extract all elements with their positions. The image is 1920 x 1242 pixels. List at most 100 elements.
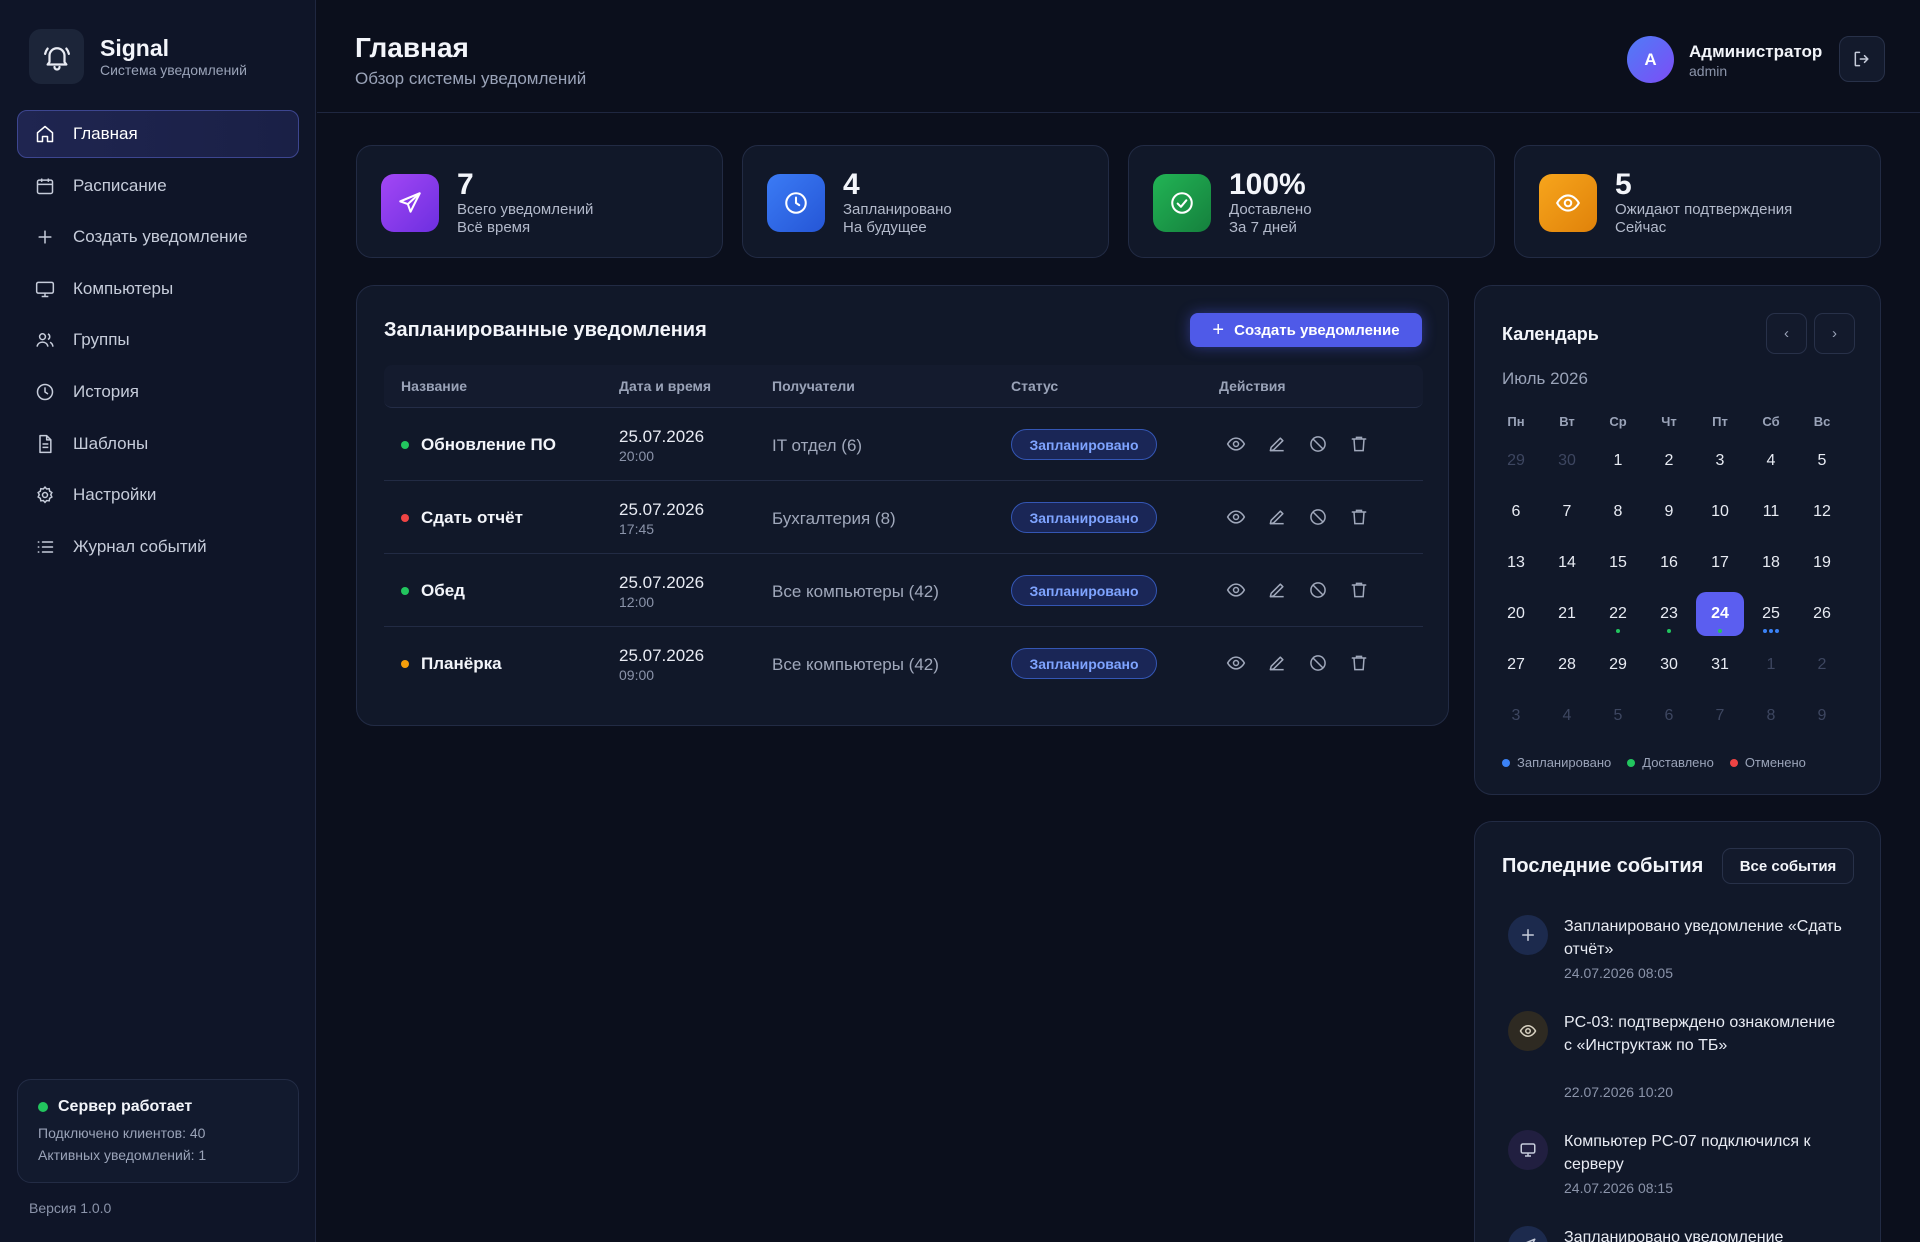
calendar-day[interactable]: 30 (1543, 439, 1591, 483)
table-row[interactable]: Обновление ПО 25.07.2026 20:00 IT отдел … (384, 408, 1423, 481)
calendar-day[interactable]: 22 (1594, 592, 1642, 636)
sidebar-item-groups[interactable]: Группы (17, 316, 299, 364)
sidebar-item-templates[interactable]: Шаблоны (17, 420, 299, 468)
sidebar-item-create[interactable]: Создать уведомление (17, 213, 299, 261)
calendar-day[interactable]: 12 (1798, 490, 1846, 534)
server-status-dot (38, 1102, 48, 1112)
calendar-day[interactable]: 27 (1492, 643, 1540, 687)
calendar-day[interactable]: 3 (1696, 439, 1744, 483)
sidebar-item-home[interactable]: Главная (17, 110, 299, 158)
calendar-day[interactable]: 23 (1645, 592, 1693, 636)
column-header[interactable]: Статус (1011, 378, 1058, 394)
calendar-day[interactable]: 30 (1645, 643, 1693, 687)
cancel-icon[interactable] (1308, 653, 1328, 673)
day-number: 6 (1664, 707, 1674, 724)
calendar-day[interactable]: 17 (1696, 541, 1744, 585)
view-icon[interactable] (1226, 653, 1246, 673)
calendar-day[interactable]: 9 (1645, 490, 1693, 534)
calendar-day[interactable]: 20 (1492, 592, 1540, 636)
calendar-day[interactable]: 5 (1798, 439, 1846, 483)
calendar-day[interactable]: 29 (1594, 643, 1642, 687)
sidebar-item-computers[interactable]: Компьютеры (17, 265, 299, 313)
stat-value: 4 (843, 168, 860, 201)
edit-icon[interactable] (1267, 507, 1287, 527)
page-title: Главная (355, 32, 469, 63)
trash-icon[interactable] (1349, 507, 1369, 527)
calendar-day[interactable]: 25 (1747, 592, 1795, 636)
calendar-day[interactable]: 29 (1492, 439, 1540, 483)
calendar-day[interactable]: 8 (1594, 490, 1642, 534)
calendar-day[interactable]: 4 (1543, 694, 1591, 738)
cancel-icon[interactable] (1308, 434, 1328, 454)
sidebar-item-event-log[interactable]: Журнал событий (17, 523, 299, 571)
view-icon[interactable] (1226, 434, 1246, 454)
table-row[interactable]: Планёрка 25.07.2026 09:00 Все компьютеры… (384, 627, 1423, 700)
trash-icon[interactable] (1349, 580, 1369, 600)
all-events-button[interactable]: Все события (1722, 848, 1854, 884)
calendar-day[interactable]: 21 (1543, 592, 1591, 636)
edit-icon[interactable] (1267, 653, 1287, 673)
calendar-day[interactable]: 28 (1543, 643, 1591, 687)
day-number: 11 (1762, 503, 1780, 520)
weekday-label: Вт (1559, 414, 1575, 429)
user-name[interactable]: Администратор (1689, 42, 1822, 62)
column-header[interactable]: Дата и время (619, 378, 711, 394)
view-icon[interactable] (1226, 507, 1246, 527)
calendar-day[interactable]: 6 (1492, 490, 1540, 534)
server-status-title: Сервер работает (58, 1098, 193, 1115)
day-number: 17 (1711, 554, 1729, 571)
avatar[interactable]: A (1627, 36, 1674, 83)
view-icon[interactable] (1226, 580, 1246, 600)
sidebar-item-settings[interactable]: Настройки (17, 471, 299, 519)
column-header[interactable]: Название (401, 378, 467, 394)
edit-icon[interactable] (1267, 580, 1287, 600)
trash-icon[interactable] (1349, 653, 1369, 673)
eye-icon (1508, 1011, 1548, 1051)
edit-icon[interactable] (1267, 434, 1287, 454)
logout-button[interactable] (1839, 36, 1885, 82)
event-markers (1747, 629, 1795, 633)
sidebar-item-schedule[interactable]: Расписание (17, 162, 299, 210)
calendar-day[interactable]: 10 (1696, 490, 1744, 534)
calendar-day[interactable]: 5 (1594, 694, 1642, 738)
calendar-prev-button[interactable]: ‹ (1766, 313, 1807, 354)
calendar-day[interactable]: 11 (1747, 490, 1795, 534)
cancel-icon[interactable] (1308, 507, 1328, 527)
calendar-day[interactable]: 7 (1696, 694, 1744, 738)
plus-icon (38, 230, 52, 244)
calendar-day[interactable]: 8 (1747, 694, 1795, 738)
calendar-day[interactable]: 2 (1645, 439, 1693, 483)
table-row[interactable]: Обед 25.07.2026 12:00 Все компьютеры (42… (384, 554, 1423, 627)
brand[interactable]: Signal Система уведомлений (29, 29, 247, 84)
create-notification-button[interactable]: + Создать уведомление (1190, 313, 1422, 347)
calendar-day[interactable]: 26 (1798, 592, 1846, 636)
sidebar-item-history[interactable]: История (17, 368, 299, 416)
day-number: 20 (1507, 605, 1525, 622)
trash-icon[interactable] (1349, 434, 1369, 454)
cancel-icon[interactable] (1308, 580, 1328, 600)
calendar-day[interactable]: 1 (1594, 439, 1642, 483)
calendar-day[interactable]: 2 (1798, 643, 1846, 687)
row-date: 25.07.2026 (619, 427, 705, 446)
calendar-day-today[interactable]: 24 (1696, 592, 1744, 636)
calendar-day[interactable]: 14 (1543, 541, 1591, 585)
calendar-day[interactable]: 19 (1798, 541, 1846, 585)
calendar-next-button[interactable]: › (1814, 313, 1855, 354)
calendar-day[interactable]: 7 (1543, 490, 1591, 534)
column-header[interactable]: Получатели (772, 378, 855, 394)
calendar-day[interactable]: 1 (1747, 643, 1795, 687)
logout-icon (1854, 51, 1869, 67)
calendar-day[interactable]: 3 (1492, 694, 1540, 738)
calendar-day[interactable]: 18 (1747, 541, 1795, 585)
event-markers (1594, 629, 1642, 633)
calendar-day[interactable]: 6 (1645, 694, 1693, 738)
calendar-day[interactable]: 4 (1747, 439, 1795, 483)
day-number: 1 (1613, 452, 1623, 469)
calendar-day[interactable]: 31 (1696, 643, 1744, 687)
calendar-day[interactable]: 16 (1645, 541, 1693, 585)
calendar-day[interactable]: 15 (1594, 541, 1642, 585)
calendar-day[interactable]: 9 (1798, 694, 1846, 738)
table-row[interactable]: Сдать отчёт 25.07.2026 17:45 Бухгалтерия… (384, 481, 1423, 554)
calendar-day[interactable]: 13 (1492, 541, 1540, 585)
stat-value: 7 (457, 168, 474, 201)
